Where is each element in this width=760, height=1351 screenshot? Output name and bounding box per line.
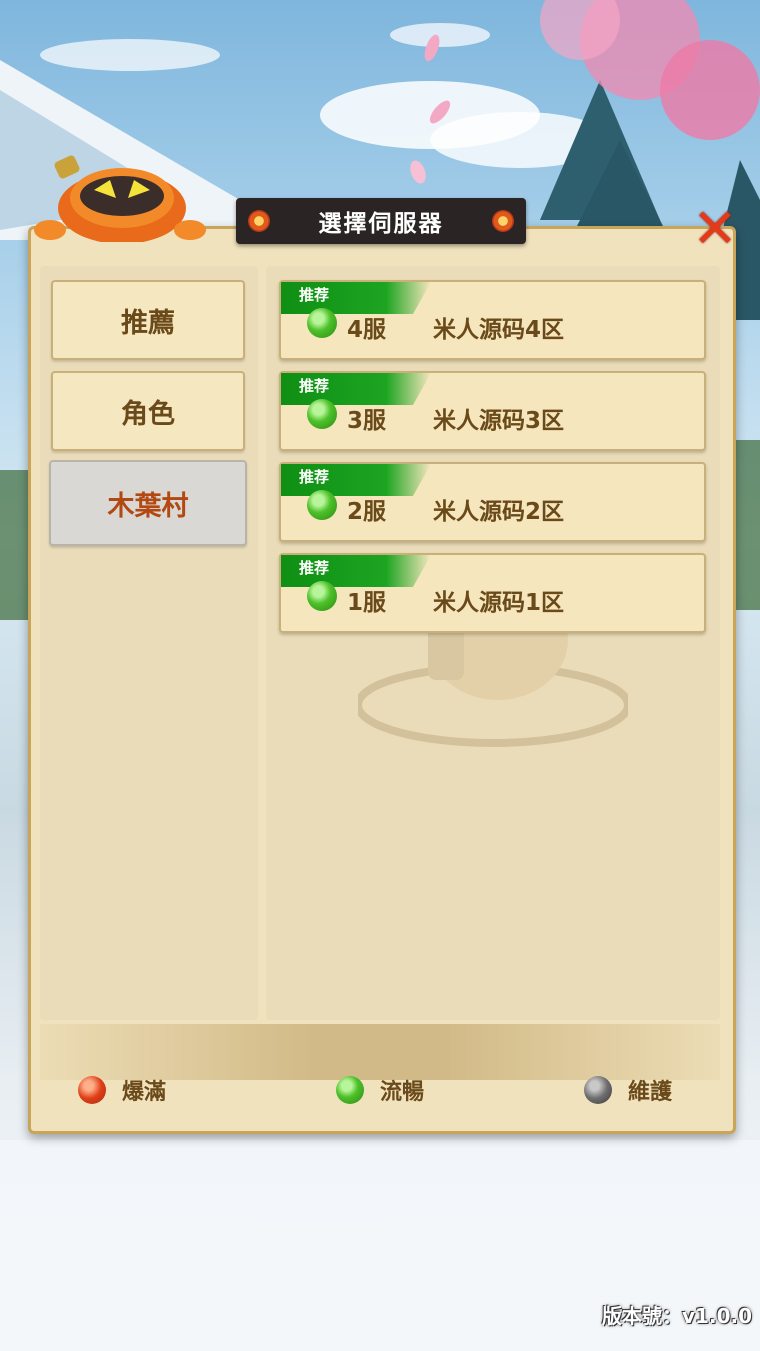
dialog-title-banner: 選擇伺服器 [236,198,526,244]
legend-full: 爆滿 [78,1074,166,1106]
status-maintenance-icon [584,1076,612,1104]
legend-full-label: 爆滿 [122,1080,167,1105]
server-item-1[interactable]: 推荐 1服 米人源码1区 [279,553,706,633]
status-full-icon [78,1076,106,1104]
toad-mascot-icon [34,155,206,242]
server-name: 米人源码1区 [433,590,565,616]
server-item-4[interactable]: 推荐 4服 米人源码4区 [279,280,706,360]
server-name: 米人源码4区 [433,317,565,343]
server-item-3[interactable]: 推荐 3服 米人源码3区 [279,371,706,451]
server-number: 2服 [347,499,387,525]
close-button[interactable]: ✕ [690,197,740,260]
status-smooth-icon [336,1076,364,1104]
server-number: 4服 [347,317,387,343]
server-number: 3服 [347,408,387,434]
status-smooth-icon [307,490,337,520]
tab-label: 角色 [121,398,175,430]
tab-konoha-village[interactable]: 木葉村 [49,460,247,546]
swirl-left-icon [248,210,270,232]
tab-label: 推薦 [121,307,175,339]
server-item-2[interactable]: 推荐 2服 米人源码2区 [279,462,706,542]
version-label: 版本號：v1.0.0 [602,1304,752,1328]
status-smooth-icon [307,399,337,429]
status-smooth-icon [307,581,337,611]
server-name: 米人源码3区 [433,408,565,434]
legend-smooth-label: 流暢 [380,1080,425,1105]
tab-recommended[interactable]: 推薦 [51,280,245,360]
tab-character[interactable]: 角色 [51,371,245,451]
dialog-title: 選擇伺服器 [318,211,444,237]
legend-maintenance-label: 維護 [628,1080,673,1105]
server-name: 米人源码2区 [433,499,565,525]
close-icon: ✕ [692,197,738,260]
server-number: 1服 [347,590,387,616]
swirl-right-icon [492,210,514,232]
legend-smooth: 流暢 [336,1074,424,1106]
tab-label: 木葉村 [107,490,189,522]
legend-strip [40,1024,720,1080]
legend-maintenance: 維護 [584,1074,672,1106]
status-smooth-icon [307,308,337,338]
